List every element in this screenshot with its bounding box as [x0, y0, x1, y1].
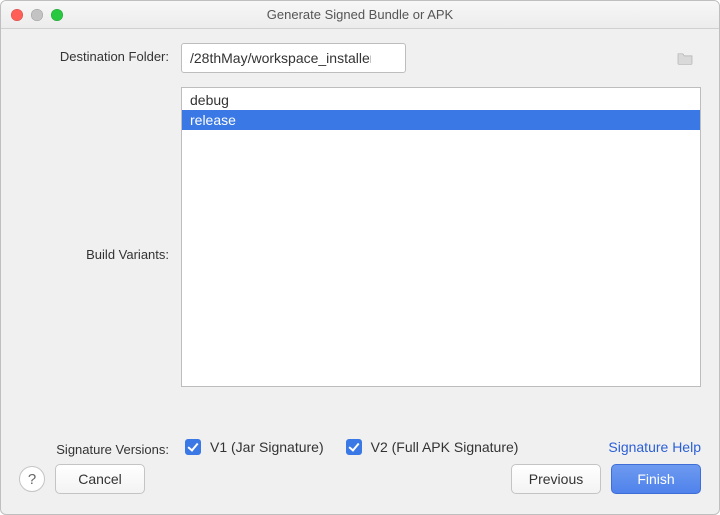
- build-variants-label: Build Variants:: [19, 247, 169, 262]
- folder-browse-icon[interactable]: [675, 50, 695, 66]
- zoom-window-button[interactable]: [51, 9, 63, 21]
- v2-signature-checkbox[interactable]: [346, 439, 362, 455]
- destination-folder-input-wrap: [181, 43, 701, 73]
- destination-folder-row: [181, 43, 701, 73]
- minimize-window-button[interactable]: [31, 9, 43, 21]
- destination-folder-input[interactable]: [181, 43, 406, 73]
- destination-folder-label: Destination Folder:: [19, 43, 169, 64]
- traffic-lights: [11, 9, 63, 21]
- signature-help-link[interactable]: Signature Help: [608, 439, 701, 455]
- signature-versions-row: V1 (Jar Signature) V2 (Full APK Signatur…: [181, 436, 701, 458]
- dialog-title: Generate Signed Bundle or APK: [1, 7, 719, 22]
- variant-item-release[interactable]: release: [182, 110, 700, 130]
- dialog-footer: ? Cancel Previous Finish: [1, 458, 719, 514]
- v1-signature-checkbox[interactable]: [185, 439, 201, 455]
- cancel-button[interactable]: Cancel: [55, 464, 145, 494]
- previous-button[interactable]: Previous: [511, 464, 601, 494]
- v2-signature-checkbox-wrap: V2 (Full APK Signature): [342, 436, 519, 458]
- signature-versions-label: Signature Versions:: [19, 436, 169, 457]
- v1-signature-checkbox-wrap: V1 (Jar Signature): [181, 436, 324, 458]
- build-variants-list[interactable]: debugrelease: [181, 87, 701, 387]
- content-area: Destination Folder: Build Variants: debu…: [1, 29, 719, 458]
- v2-signature-label: V2 (Full APK Signature): [371, 439, 519, 455]
- titlebar: Generate Signed Bundle or APK: [1, 1, 719, 29]
- close-window-button[interactable]: [11, 9, 23, 21]
- finish-button[interactable]: Finish: [611, 464, 701, 494]
- dialog-window: Generate Signed Bundle or APK Destinatio…: [0, 0, 720, 515]
- v1-signature-label: V1 (Jar Signature): [210, 439, 324, 455]
- variant-item-debug[interactable]: debug: [182, 90, 700, 110]
- help-button[interactable]: ?: [19, 466, 45, 492]
